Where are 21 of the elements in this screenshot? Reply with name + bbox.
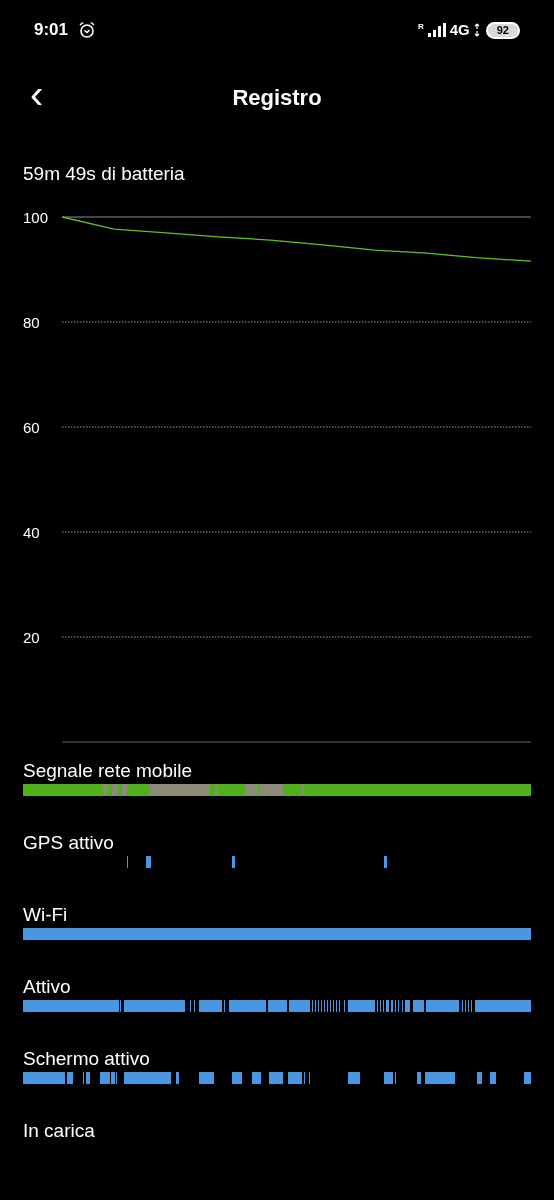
y-tick-label: 80	[23, 313, 40, 331]
track-label: Attivo	[23, 975, 71, 999]
track-label: Wi-Fi	[23, 903, 68, 927]
page-title: Registro	[232, 83, 322, 112]
y-tick-label: 40	[23, 523, 40, 541]
battery-indicator: 92	[485, 21, 520, 39]
y-tick-label: 20	[23, 628, 40, 646]
signal-icon	[427, 23, 446, 37]
back-button[interactable]: ‹	[30, 74, 44, 114]
track-label: Schermo attivo	[23, 1047, 150, 1071]
data-arrows-icon	[473, 23, 480, 37]
roaming-indicator: R	[417, 20, 424, 33]
track-label: GPS attivo	[23, 831, 114, 855]
alarm-clock-icon	[78, 21, 97, 39]
track-label: In carica	[23, 1119, 95, 1143]
status-time: 9:01	[34, 19, 69, 42]
y-tick-label: 100	[23, 208, 49, 226]
track-label: Segnale rete mobile	[23, 759, 192, 783]
battery-duration: 59m 49s di batteria	[23, 163, 185, 184]
network-type: 4G	[449, 19, 470, 40]
y-tick-label: 60	[23, 418, 40, 436]
